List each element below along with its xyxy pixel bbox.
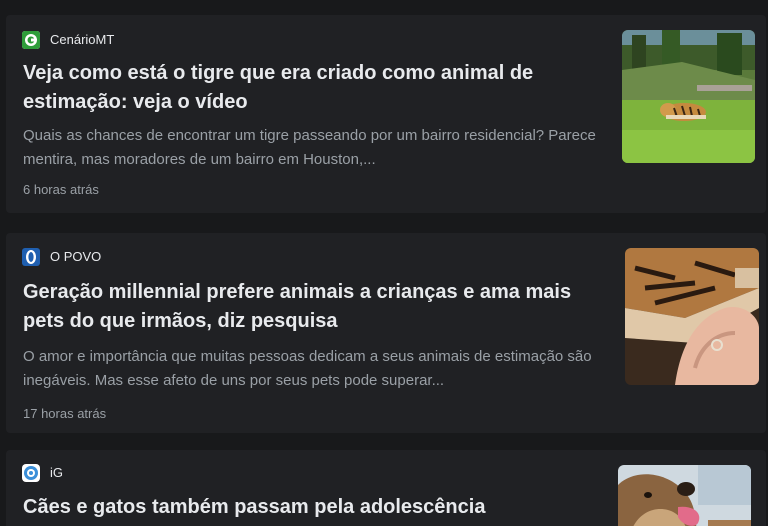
news-card[interactable]: iG Cães e gatos também passam pela adole… bbox=[6, 450, 766, 526]
news-card[interactable]: O POVO Geração millennial prefere animai… bbox=[6, 233, 766, 433]
hand-holding-cat-paw-image[interactable] bbox=[625, 248, 759, 385]
source-name: iG bbox=[50, 465, 63, 480]
article-snippet: O amor e importância que muitas pessoas … bbox=[23, 348, 592, 389]
news-source[interactable]: O POVO bbox=[22, 248, 101, 266]
article-snippet: Quais as chances de encontrar um tigre p… bbox=[23, 127, 596, 168]
source-name: O POVO bbox=[50, 249, 102, 264]
tiger-in-grass-image[interactable] bbox=[622, 30, 755, 163]
news-card[interactable]: CenárioMT Veja como está o tigre que era… bbox=[6, 15, 766, 213]
ig-logo-icon bbox=[22, 464, 40, 482]
article-title[interactable]: Cães e gatos também passam pela adolescê… bbox=[23, 493, 583, 522]
news-source[interactable]: CenárioMT bbox=[22, 31, 114, 49]
article-time: 6 horas atrás bbox=[23, 182, 99, 197]
news-feed: CenárioMT Veja como está o tigre que era… bbox=[0, 0, 768, 526]
article-title[interactable]: Geração millennial prefere animais a cri… bbox=[23, 278, 583, 336]
news-source[interactable]: iG bbox=[22, 464, 63, 482]
source-name: CenárioMT bbox=[50, 32, 115, 47]
opovo-logo-icon bbox=[22, 248, 40, 266]
cenariomt-logo-icon bbox=[22, 31, 40, 49]
dog-closeup-image[interactable] bbox=[618, 465, 751, 526]
article-title[interactable]: Veja como está o tigre que era criado co… bbox=[23, 59, 583, 117]
article-time: 17 horas atrás bbox=[23, 406, 107, 421]
